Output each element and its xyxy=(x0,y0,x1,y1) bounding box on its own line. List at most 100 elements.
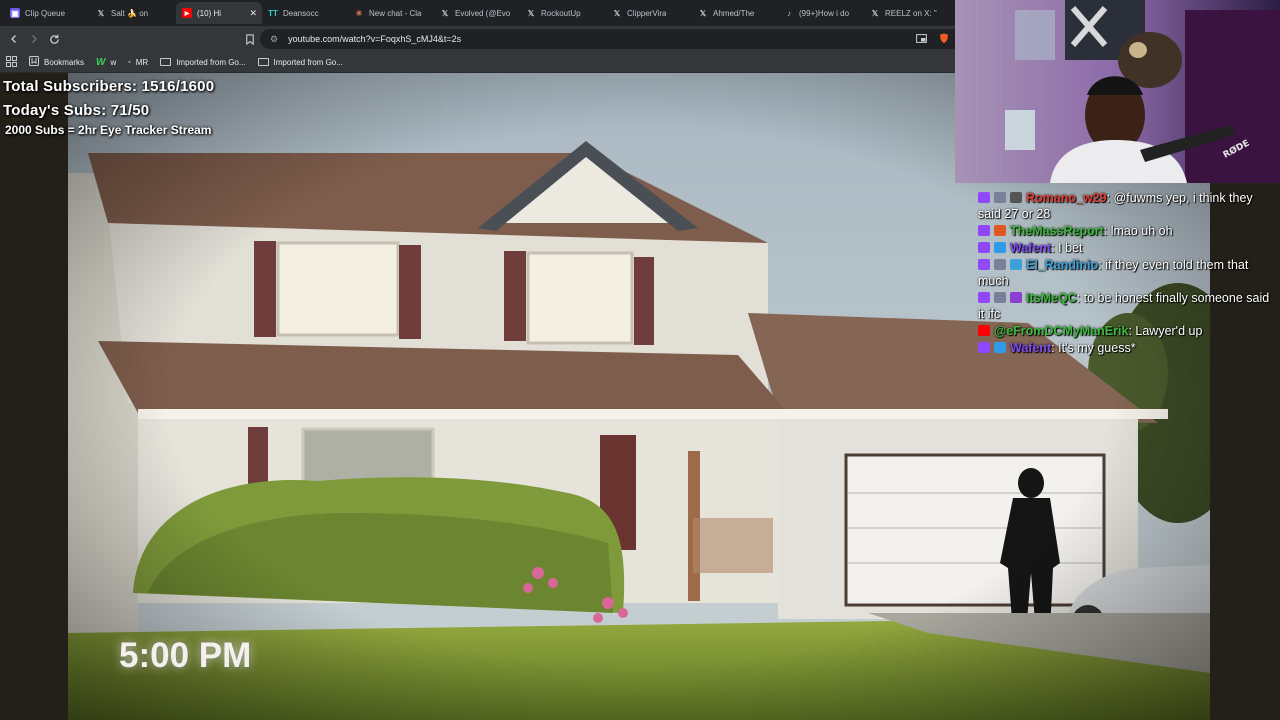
chat-username: Wafent xyxy=(1010,341,1052,355)
bookmarks-bar: Bookmarks W w ▪ MR Imported from Go... I… xyxy=(0,52,955,73)
x-logo-icon: 𝕏 xyxy=(699,8,707,18)
tab-salt[interactable]: 𝕏 Salt 🍌 on xyxy=(90,2,176,24)
tab-new-chat[interactable]: ✳ New chat - Cla xyxy=(348,2,434,24)
twitch-icon xyxy=(978,192,990,203)
chat-username: TheMassReport xyxy=(1010,224,1104,238)
video-badge-icon xyxy=(1010,292,1022,303)
tab-deansocc[interactable]: TT Deansocc xyxy=(262,2,348,24)
sub-badge-icon xyxy=(994,292,1006,303)
webcam-feed: RØDE xyxy=(955,0,1280,183)
twitch-icon xyxy=(978,292,990,303)
chat-username: El_Randinio xyxy=(1026,258,1099,272)
tab-label: ClipperVira xyxy=(627,8,667,18)
tab-label: Evolved (@Evo xyxy=(455,8,511,18)
bookmark-label: MR xyxy=(135,57,149,67)
tab-label: Ahmed/The xyxy=(713,8,755,18)
webcam-scene: RØDE xyxy=(955,0,1280,183)
chat-text: I bet xyxy=(1058,241,1083,255)
bits-badge-icon xyxy=(1010,192,1022,203)
tab-tiktok[interactable]: ♪ (99+)How i do xyxy=(778,2,864,24)
tiktok-icon: ♪ xyxy=(787,8,791,18)
tab-label: Clip Queue xyxy=(25,8,66,18)
bookmark-folder-imported-1[interactable]: Imported from Go... xyxy=(160,57,246,67)
tab-youtube-active[interactable]: ▶ (10) Hi ✕ xyxy=(176,2,262,24)
x-logo-icon: 𝕏 xyxy=(527,8,535,18)
bookmark-folder-imported-2[interactable]: Imported from Go... xyxy=(257,57,343,67)
claude-icon: ✳ xyxy=(355,8,363,18)
tab-evolved[interactable]: 𝕏 Evolved (@Evo xyxy=(434,2,520,24)
video-timestamp-caption: 5:00 PM xyxy=(119,636,252,675)
todays-subs-counter: Today's Subs: 71/50 xyxy=(3,102,150,119)
sub-badge-icon xyxy=(994,259,1006,270)
site-info-icon[interactable]: ⚙ xyxy=(270,34,278,45)
chat-message: @eFromDCMyManErik: Lawyer'd up xyxy=(978,323,1273,339)
bookmark-label: w xyxy=(110,57,117,67)
x-logo-icon: 𝕏 xyxy=(613,8,621,18)
twitch-icon xyxy=(978,259,990,270)
chat-username: ItsMeQC xyxy=(1026,291,1077,305)
tab-rockoutup[interactable]: 𝕏 RockoutUp xyxy=(520,2,606,24)
tab-clip-queue[interactable]: ▣ Clip Queue xyxy=(4,2,90,24)
twitch-icon xyxy=(978,242,990,253)
bookmark-item-bookmarks[interactable]: Bookmarks xyxy=(29,56,84,68)
bookmark-label: Imported from Go... xyxy=(176,57,246,67)
brave-shield-icon[interactable] xyxy=(939,33,949,46)
youtube-icon: ▶ xyxy=(182,8,192,18)
tab-label: Salt 🍌 on xyxy=(111,8,149,18)
apps-grid-icon[interactable] xyxy=(6,55,17,69)
bookmark-label: Bookmarks xyxy=(44,57,85,67)
chat-text: It's my guess* xyxy=(1058,341,1136,355)
chat-message: El_Randinio: if they even told them that… xyxy=(978,258,1249,288)
tab-strip: ▣ Clip Queue 𝕏 Salt 🍌 on ▶ (10) Hi ✕ TT … xyxy=(0,0,955,26)
youtube-icon xyxy=(978,325,990,336)
twitch-icon xyxy=(978,225,990,236)
reload-icon[interactable] xyxy=(44,29,64,49)
tab-clippervira[interactable]: 𝕏 ClipperVira xyxy=(606,2,692,24)
tab-label: Deansocc xyxy=(283,8,319,18)
chat-message: Wafent: I bet xyxy=(978,240,1273,256)
back-icon[interactable] xyxy=(4,29,24,49)
cast-icon[interactable] xyxy=(916,33,927,45)
mr-icon: ▪ xyxy=(128,58,131,66)
chat-text: lmao uh oh xyxy=(1110,224,1173,238)
bookmark-label: Imported from Go... xyxy=(273,57,343,67)
tab-reelz[interactable]: 𝕏 REELZ on X: " xyxy=(864,2,950,24)
tab-label: RockoutUp xyxy=(541,8,581,18)
bookmarks-icon xyxy=(29,56,39,68)
chat-message: ItsMeQC: to be honest finally someone sa… xyxy=(978,291,1270,321)
chat-username: @eFromDCMyManErik xyxy=(994,324,1129,338)
w-logo-icon: W xyxy=(96,56,106,68)
chat-username: Wafent xyxy=(1010,241,1052,255)
close-tab-icon[interactable]: ✕ xyxy=(249,8,257,19)
forward-icon[interactable] xyxy=(24,29,44,49)
address-bar[interactable]: ⚙ youtube.com/watch?v=FoqxhS_cMJ4&t=2s xyxy=(260,29,955,49)
x-logo-icon: 𝕏 xyxy=(871,8,879,18)
url-text: youtube.com/watch?v=FoqxhS_cMJ4&t=2s xyxy=(288,34,462,44)
sub-badge-icon xyxy=(994,192,1006,203)
tab-ahmed[interactable]: 𝕏 Ahmed/The xyxy=(692,2,778,24)
twitch-icon xyxy=(978,342,990,353)
folder-icon xyxy=(257,58,269,66)
x-logo-icon: 𝕏 xyxy=(97,8,105,18)
tt-icon: TT xyxy=(268,8,278,18)
clip-queue-icon: ▣ xyxy=(10,8,20,18)
tab-label: New chat - Cla xyxy=(369,8,422,18)
x-logo-icon: 𝕏 xyxy=(441,8,449,18)
chat-message: Romano_w29: @fuwms yep, i think they sai… xyxy=(978,191,1253,221)
crown-badge-icon xyxy=(994,242,1006,253)
chat-overlay: Romano_w29: @fuwms yep, i think they sai… xyxy=(978,190,1273,357)
hype-badge-icon xyxy=(994,225,1006,236)
chat-username: Romano_w29 xyxy=(1026,191,1107,205)
bookmark-item-mr[interactable]: ▪ MR xyxy=(128,58,148,67)
tab-label: REELZ on X: " xyxy=(885,8,937,18)
folder-icon xyxy=(160,58,172,66)
browser-toolbar: ⚙ youtube.com/watch?v=FoqxhS_cMJ4&t=2s xyxy=(0,26,955,52)
chat-message: TheMassReport: lmao uh oh xyxy=(978,223,1273,239)
sub-goal-promo: 2000 Subs = 2hr Eye Tracker Stream xyxy=(5,123,212,137)
bookmark-item-w[interactable]: W w xyxy=(96,57,116,68)
bookmark-star-icon[interactable] xyxy=(240,29,260,49)
chat-message: Wafent: It's my guess* xyxy=(978,340,1273,356)
crown-badge-icon xyxy=(994,342,1006,353)
tab-label: (10) Hi xyxy=(197,8,222,18)
chat-text: Lawyer'd up xyxy=(1135,324,1203,338)
